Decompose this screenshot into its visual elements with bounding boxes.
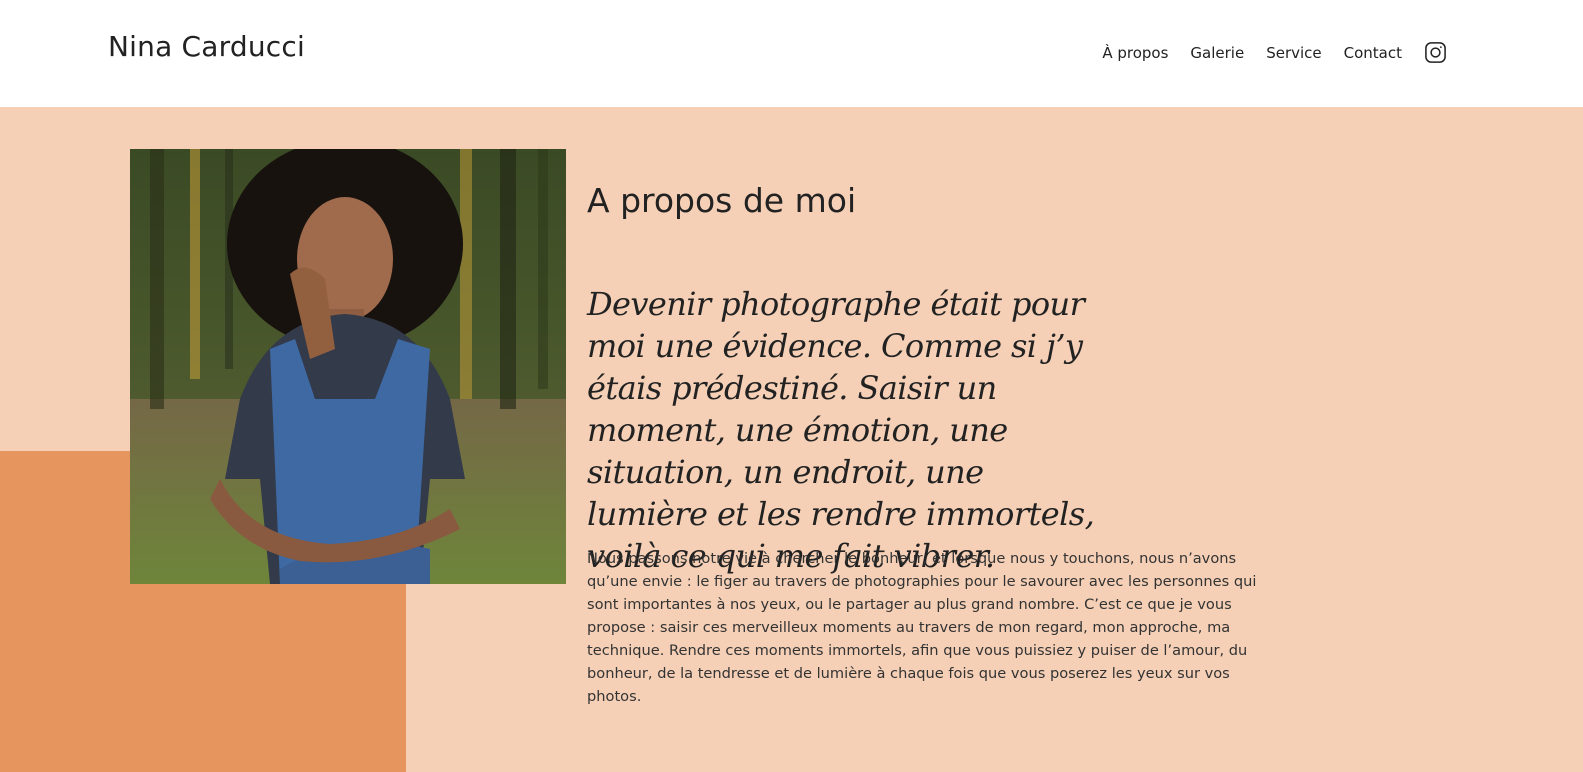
nav-item-a-propos[interactable]: À propos <box>1102 44 1168 62</box>
instagram-icon[interactable] <box>1424 41 1447 64</box>
portrait-photo <box>130 149 566 584</box>
about-quote: Devenir photographe était pour moi une é… <box>587 285 1095 575</box>
nav-item-service[interactable]: Service <box>1266 44 1321 62</box>
about-body-text: Nous passons notre vie à chercher le bon… <box>587 550 1257 705</box>
nav-item-contact[interactable]: Contact <box>1344 44 1402 62</box>
about-title: A propos de moi <box>587 181 857 220</box>
nav-item-galerie[interactable]: Galerie <box>1190 44 1244 62</box>
about-section: A propos de moi Devenir photographe étai… <box>0 107 1583 772</box>
site-header: Nina Carducci À propos Galerie Service C… <box>0 0 1583 107</box>
site-brand[interactable]: Nina Carducci <box>108 30 305 63</box>
main-nav: À propos Galerie Service Contact <box>1080 41 1447 64</box>
